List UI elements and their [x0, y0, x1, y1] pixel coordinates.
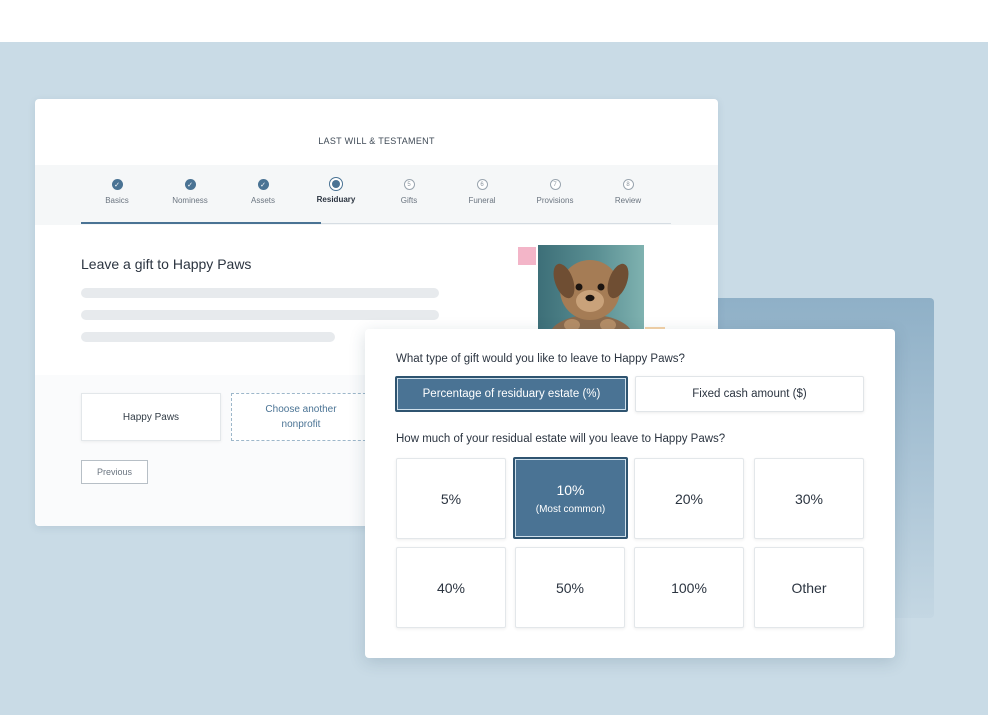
step-label: Provisions: [536, 196, 574, 205]
option-label: 40%: [436, 579, 466, 596]
step-provisions[interactable]: 7 Provisions: [519, 179, 591, 205]
step-assets[interactable]: ✓ Assets: [227, 179, 299, 205]
step-label: Basics: [105, 196, 129, 205]
nonprofit-card-selected[interactable]: Happy Paws: [81, 393, 221, 441]
percent-option-40[interactable]: 40%: [396, 547, 506, 628]
skeleton-line: [81, 288, 439, 298]
option-sublabel: (Most common): [535, 503, 606, 515]
percent-option-5[interactable]: 5%: [396, 458, 506, 539]
step-review[interactable]: 8 Review: [592, 179, 664, 205]
percent-option-30[interactable]: 30%: [754, 458, 864, 539]
previous-button[interactable]: Previous: [81, 460, 148, 484]
gift-heading: Leave a gift to Happy Paws: [81, 256, 252, 272]
choose-nonprofit-button[interactable]: Choose another nonprofit: [231, 393, 371, 441]
step-residuary[interactable]: Residuary: [300, 177, 372, 204]
step-funeral[interactable]: 6 Funeral: [446, 179, 518, 205]
residual-question: How much of your residual estate will yo…: [396, 433, 726, 445]
option-label: 10%: [556, 481, 585, 498]
percentage-option-button[interactable]: Percentage of residuary estate (%): [395, 376, 628, 412]
percent-option-10[interactable]: 10% (Most common): [513, 457, 628, 539]
step-basics[interactable]: ✓ Basics: [81, 179, 153, 205]
option-label: Other: [791, 579, 827, 596]
step-number-icon: 7: [549, 179, 561, 190]
step-label: Review: [614, 196, 642, 205]
document-title: LAST WILL & TESTAMENT: [318, 136, 435, 146]
step-label: Residuary: [316, 195, 356, 204]
option-label: 50%: [555, 579, 585, 596]
skeleton-line: [81, 310, 439, 320]
step-nominess[interactable]: ✓ Nominess: [154, 179, 226, 205]
step-label: Gifts: [400, 196, 418, 205]
current-step-icon: [329, 177, 343, 191]
skeleton-line: [81, 332, 335, 342]
option-label: 20%: [674, 490, 704, 507]
check-icon: ✓: [257, 179, 269, 190]
step-gifts[interactable]: 5 Gifts: [373, 179, 445, 205]
option-label: 5%: [440, 490, 462, 507]
step-label: Nominess: [172, 196, 208, 205]
percent-option-50[interactable]: 50%: [515, 547, 625, 628]
percent-option-100[interactable]: 100%: [634, 547, 744, 628]
decorative-square: [518, 247, 536, 265]
step-number-icon: 6: [476, 179, 488, 190]
puppy-photo: [538, 245, 644, 333]
step-number-icon: 8: [622, 179, 634, 190]
percent-option-other[interactable]: Other: [754, 547, 864, 628]
option-label: 100%: [671, 579, 707, 596]
step-label: Assets: [250, 196, 275, 205]
check-icon: ✓: [111, 179, 123, 190]
gift-type-question: What type of gift would you like to leav…: [396, 353, 685, 365]
check-icon: ✓: [184, 179, 196, 190]
step-number-icon: 5: [403, 179, 415, 190]
progress-fill: [81, 222, 321, 224]
fixed-cash-option-button[interactable]: Fixed cash amount ($): [635, 376, 864, 412]
option-label: 30%: [794, 490, 824, 507]
puppy-photo-frame: [518, 245, 665, 341]
progress-stepper: ✓ Basics ✓ Nominess ✓ Assets Residuary 5…: [81, 177, 671, 225]
step-label: Funeral: [468, 196, 496, 205]
percent-option-20[interactable]: 20%: [634, 458, 744, 539]
gift-options-card: What type of gift would you like to leav…: [365, 329, 895, 658]
